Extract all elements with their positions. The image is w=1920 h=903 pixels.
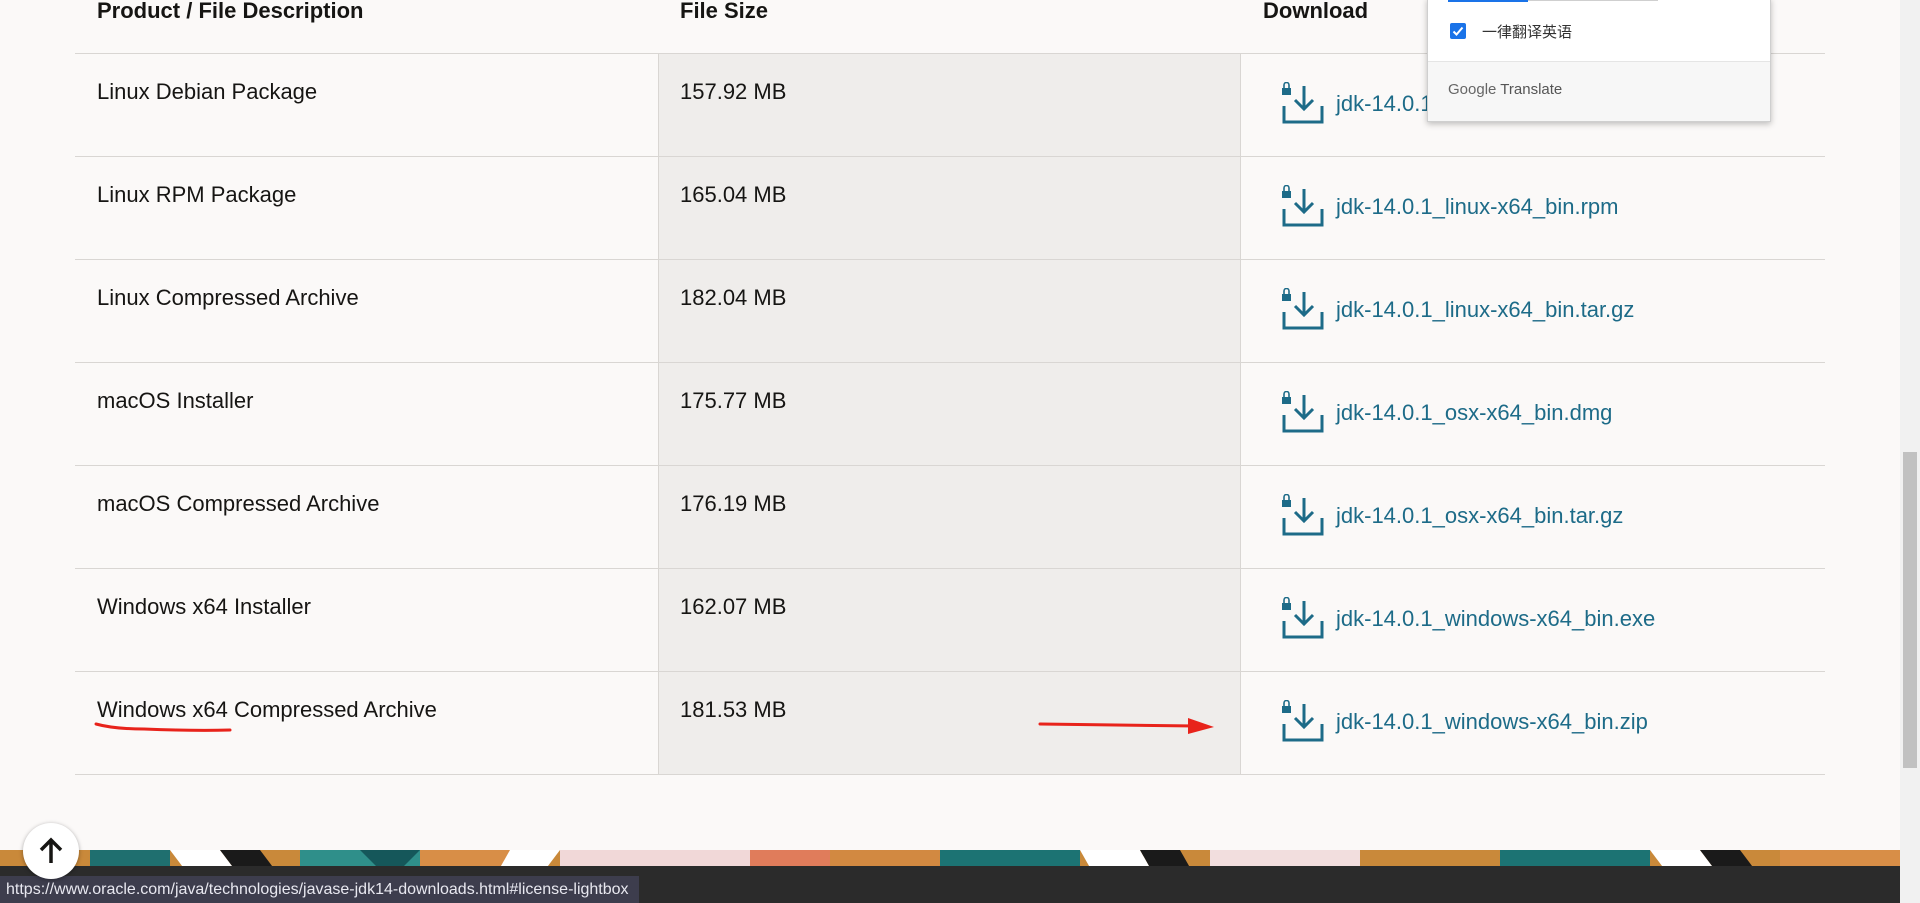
file-size: 176.19 MB bbox=[680, 491, 787, 516]
file-description: macOS Compressed Archive bbox=[97, 491, 380, 516]
always-translate-checkbox[interactable] bbox=[1450, 23, 1466, 39]
download-lock-icon bbox=[1282, 494, 1324, 536]
download-link[interactable]: jdk-14.0.1_osx-x64_bin.tar.gz bbox=[1280, 494, 1623, 538]
scrollbar-thumb[interactable] bbox=[1903, 452, 1917, 768]
file-size: 181.53 MB bbox=[680, 697, 787, 722]
file-description: macOS Installer bbox=[97, 388, 254, 413]
download-link[interactable]: jdk-14.0.1_linux-x64_bin.rpm bbox=[1280, 185, 1619, 229]
download-link[interactable]: jdk-14.0.1 bbox=[1280, 82, 1433, 126]
file-description: Linux Compressed Archive bbox=[97, 285, 359, 310]
file-size: 182.04 MB bbox=[680, 285, 787, 310]
download-filename: jdk-14.0.1_windows-x64_bin.exe bbox=[1336, 606, 1656, 631]
file-size: 165.04 MB bbox=[680, 182, 787, 207]
header-description: Product / File Description bbox=[97, 0, 364, 23]
file-size: 162.07 MB bbox=[680, 594, 787, 619]
table-row: macOS Installer 175.77 MB jdk-14.0.1_osx… bbox=[75, 363, 1825, 466]
download-lock-icon bbox=[1282, 185, 1324, 227]
download-lock-icon bbox=[1282, 391, 1324, 433]
arrow-up-icon bbox=[39, 837, 63, 863]
header-download: Download bbox=[1263, 0, 1369, 23]
header-file-size: File Size bbox=[680, 0, 769, 23]
download-filename: jdk-14.0.1_linux-x64_bin.tar.gz bbox=[1336, 297, 1635, 322]
table-row: Windows x64 Installer 162.07 MB jdk-14.0… bbox=[75, 569, 1825, 672]
download-link[interactable]: jdk-14.0.1_windows-x64_bin.exe bbox=[1280, 597, 1655, 641]
red-underline-annotation bbox=[94, 722, 232, 732]
status-bar-url: https://www.oracle.com/java/technologies… bbox=[0, 876, 639, 903]
download-link[interactable]: jdk-14.0.1_osx-x64_bin.dmg bbox=[1280, 391, 1612, 435]
download-lock-icon bbox=[1282, 597, 1324, 639]
download-filename: jdk-14.0.1 bbox=[1336, 91, 1433, 116]
translate-popup: 一律翻译英语 Google Translate bbox=[1427, 0, 1771, 122]
check-icon bbox=[1452, 26, 1464, 36]
file-description: Linux RPM Package bbox=[97, 182, 297, 207]
download-filename: jdk-14.0.1_linux-x64_bin.rpm bbox=[1336, 194, 1619, 219]
file-description: Linux Debian Package bbox=[97, 79, 318, 104]
red-arrow-annotation bbox=[1038, 718, 1214, 734]
file-size: 157.92 MB bbox=[680, 79, 787, 104]
file-size: 175.77 MB bbox=[680, 388, 787, 413]
always-translate-label: 一律翻译英语 bbox=[1482, 24, 1573, 41]
download-link[interactable]: jdk-14.0.1_linux-x64_bin.tar.gz bbox=[1280, 288, 1634, 332]
download-lock-icon bbox=[1282, 288, 1324, 330]
table-row: macOS Compressed Archive 176.19 MB jdk-1… bbox=[75, 466, 1825, 569]
table-row: Linux RPM Package 165.04 MB jdk-14.0.1_l… bbox=[75, 157, 1825, 260]
table-row: Windows x64 Compressed Archive 181.53 MB… bbox=[75, 672, 1825, 775]
download-lock-icon bbox=[1282, 700, 1324, 742]
download-filename: jdk-14.0.1_osx-x64_bin.tar.gz bbox=[1336, 503, 1624, 528]
download-filename: jdk-14.0.1_osx-x64_bin.dmg bbox=[1336, 400, 1613, 425]
file-description: Windows x64 Installer bbox=[97, 594, 311, 619]
download-link[interactable]: jdk-14.0.1_windows-x64_bin.zip bbox=[1280, 700, 1648, 744]
google-translate-brand: Google Translate bbox=[1448, 81, 1563, 98]
back-to-top-button[interactable] bbox=[23, 823, 79, 879]
download-filename: jdk-14.0.1_windows-x64_bin.zip bbox=[1336, 709, 1648, 734]
download-lock-icon bbox=[1282, 82, 1324, 124]
table-row: Linux Compressed Archive 182.04 MB jdk-1… bbox=[75, 260, 1825, 363]
